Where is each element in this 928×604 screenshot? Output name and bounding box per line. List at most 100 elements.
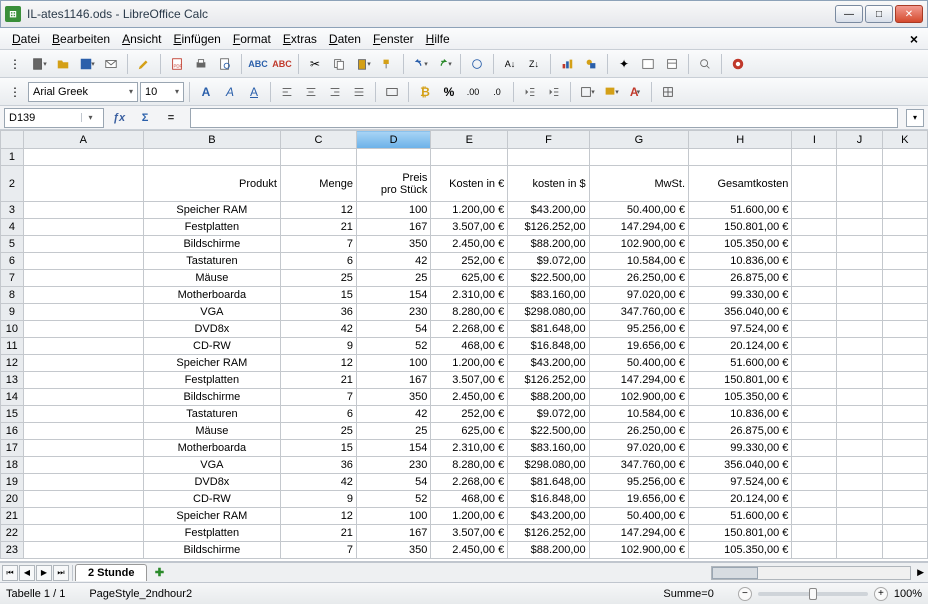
data-cell[interactable]: 252,00 € — [431, 406, 508, 423]
data-cell[interactable]: 468,00 € — [431, 338, 508, 355]
data-cell[interactable]: 154 — [356, 440, 430, 457]
percent-button[interactable]: % — [438, 81, 460, 103]
data-cell[interactable]: 7 — [280, 236, 356, 253]
menu-extras[interactable]: Extras — [277, 30, 323, 48]
align-center-button[interactable] — [300, 81, 322, 103]
data-cell[interactable]: 102.900,00 € — [589, 389, 688, 406]
data-cell[interactable]: $9.072,00 — [508, 253, 589, 270]
data-cell[interactable]: $126.252,00 — [508, 372, 589, 389]
data-cell[interactable]: 347.760,00 € — [589, 457, 688, 474]
table-header[interactable]: Kosten in € — [431, 166, 508, 202]
data-cell[interactable]: 42 — [280, 321, 356, 338]
data-cell[interactable]: 10.836,00 € — [689, 253, 792, 270]
data-cell[interactable]: 7 — [280, 389, 356, 406]
data-cell[interactable]: 150.801,00 € — [689, 372, 792, 389]
data-cell[interactable]: 97.524,00 € — [689, 474, 792, 491]
tab-next-button[interactable]: ▶ — [36, 565, 52, 581]
row-header[interactable]: 14 — [1, 389, 24, 406]
row-header[interactable]: 2 — [1, 166, 24, 202]
data-cell[interactable]: 468,00 € — [431, 491, 508, 508]
row-header[interactable]: 5 — [1, 236, 24, 253]
data-cell[interactable]: Bildschirme — [143, 236, 280, 253]
data-cell[interactable]: 51.600,00 € — [689, 202, 792, 219]
data-cell[interactable]: $126.252,00 — [508, 525, 589, 542]
data-cell[interactable]: 42 — [356, 253, 430, 270]
font-size-select[interactable]: 10▾ — [140, 82, 184, 102]
data-cell[interactable]: 105.350,00 € — [689, 542, 792, 559]
align-left-button[interactable] — [276, 81, 298, 103]
data-cell[interactable]: 21 — [280, 372, 356, 389]
col-header-A[interactable]: A — [23, 131, 143, 149]
redo-button[interactable]: ▾ — [433, 53, 455, 75]
data-cell[interactable]: $88.200,00 — [508, 389, 589, 406]
data-cell[interactable]: 252,00 € — [431, 253, 508, 270]
expand-formula-button[interactable]: ▾ — [906, 109, 924, 127]
data-cell[interactable]: 10.836,00 € — [689, 406, 792, 423]
data-cell[interactable]: $16.848,00 — [508, 491, 589, 508]
data-cell[interactable]: $22.500,00 — [508, 423, 589, 440]
menu-fenster[interactable]: Fenster — [367, 30, 420, 48]
data-cell[interactable]: 350 — [356, 389, 430, 406]
save-button[interactable]: ▾ — [76, 53, 98, 75]
data-cell[interactable]: $22.500,00 — [508, 270, 589, 287]
col-header-B[interactable]: B — [143, 131, 280, 149]
spreadsheet-grid[interactable]: ABCDEFGHIJK12ProduktMengePreis pro Stück… — [0, 130, 928, 561]
data-cell[interactable]: 147.294,00 € — [589, 219, 688, 236]
data-cell[interactable]: 3.507,00 € — [431, 525, 508, 542]
data-cell[interactable]: 9 — [280, 338, 356, 355]
underline-button[interactable]: A — [243, 81, 265, 103]
data-cell[interactable]: 350 — [356, 542, 430, 559]
data-cell[interactable]: 51.600,00 € — [689, 508, 792, 525]
hyperlink-button[interactable] — [466, 53, 488, 75]
row-header[interactable]: 16 — [1, 423, 24, 440]
bgcolor-button[interactable]: ▾ — [600, 81, 622, 103]
zoom-in-button[interactable]: + — [874, 587, 888, 601]
equals-button[interactable]: = — [160, 108, 182, 128]
col-header-G[interactable]: G — [589, 131, 688, 149]
data-cell[interactable]: $43.200,00 — [508, 355, 589, 372]
data-cell[interactable]: 20.124,00 € — [689, 338, 792, 355]
data-cell[interactable]: 147.294,00 € — [589, 372, 688, 389]
row-header[interactable]: 3 — [1, 202, 24, 219]
align-right-button[interactable] — [324, 81, 346, 103]
remove-decimal-button[interactable]: .0 — [486, 81, 508, 103]
data-cell[interactable]: $83.160,00 — [508, 287, 589, 304]
sort-asc-button[interactable]: A↓ — [499, 53, 521, 75]
font-name-select[interactable]: Arial Greek▾ — [28, 82, 138, 102]
data-cell[interactable]: Mäuse — [143, 270, 280, 287]
italic-button[interactable]: A — [219, 81, 241, 103]
data-cell[interactable]: 26.875,00 € — [689, 270, 792, 287]
row-header[interactable]: 11 — [1, 338, 24, 355]
zoom-out-button[interactable]: − — [738, 587, 752, 601]
data-cell[interactable]: Tastaturen — [143, 406, 280, 423]
data-cell[interactable]: 95.256,00 € — [589, 474, 688, 491]
data-cell[interactable]: 3.507,00 € — [431, 372, 508, 389]
col-header-I[interactable]: I — [792, 131, 837, 149]
data-cell[interactable]: 167 — [356, 372, 430, 389]
row-header[interactable]: 20 — [1, 491, 24, 508]
data-cell[interactable]: DVD8x — [143, 474, 280, 491]
data-cell[interactable]: $81.648,00 — [508, 474, 589, 491]
data-cell[interactable]: Speicher RAM — [143, 355, 280, 372]
data-cell[interactable]: 150.801,00 € — [689, 219, 792, 236]
data-cell[interactable]: CD-RW — [143, 338, 280, 355]
data-cell[interactable]: 19.656,00 € — [589, 338, 688, 355]
data-cell[interactable]: 1.200,00 € — [431, 202, 508, 219]
data-cell[interactable]: Speicher RAM — [143, 508, 280, 525]
print-button[interactable] — [190, 53, 212, 75]
row-header[interactable]: 21 — [1, 508, 24, 525]
merge-cells-button[interactable] — [381, 81, 403, 103]
table-header[interactable]: Menge — [280, 166, 356, 202]
function-wizard-button[interactable]: ƒx — [108, 108, 130, 128]
row-header[interactable]: 4 — [1, 219, 24, 236]
data-cell[interactable]: 350 — [356, 236, 430, 253]
name-box-input[interactable] — [5, 112, 81, 124]
data-cell[interactable]: Motherboarda — [143, 287, 280, 304]
sheet-tab[interactable]: 2 Stunde — [75, 564, 147, 581]
menu-ansicht[interactable]: Ansicht — [116, 30, 167, 48]
data-cell[interactable]: 99.330,00 € — [689, 287, 792, 304]
tab-last-button[interactable]: ⏭ — [53, 565, 69, 581]
data-cell[interactable]: Festplatten — [143, 525, 280, 542]
data-cell[interactable]: 2.450,00 € — [431, 542, 508, 559]
data-cell[interactable]: 100 — [356, 202, 430, 219]
